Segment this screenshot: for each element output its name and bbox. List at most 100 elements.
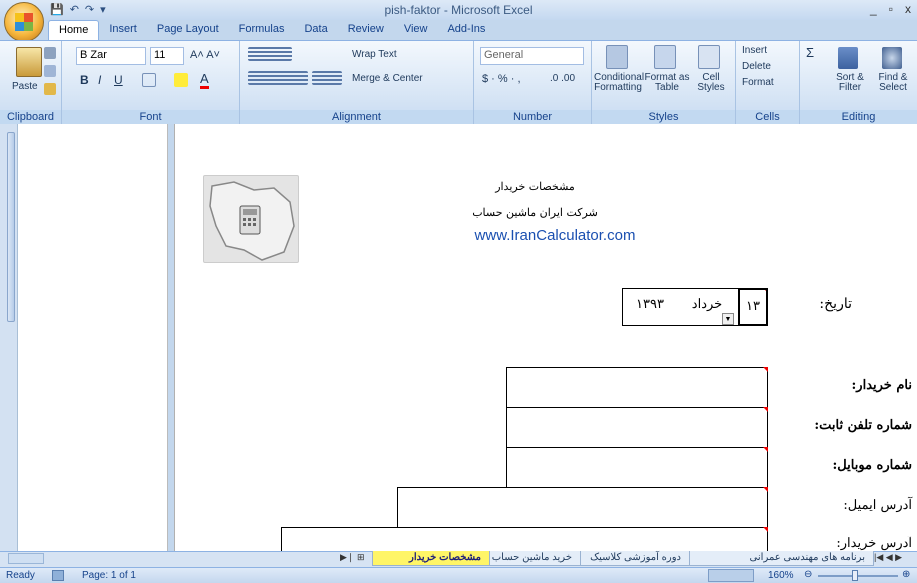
format-cells-button[interactable]: Format [742,77,774,88]
tab-page-layout[interactable]: Page Layout [147,20,229,40]
paste-icon[interactable] [16,47,42,77]
date-label: تاریخ: [819,296,852,312]
sheet-tab-civil[interactable]: برنامه های مهندسی عمرانی [689,551,874,566]
office-button[interactable] [4,2,44,42]
close-button[interactable]: x [905,2,911,16]
italic-icon[interactable]: I [98,73,101,87]
cut-icon[interactable] [44,47,56,59]
horizontal-scrollbar[interactable] [8,553,44,564]
customize-qat-icon[interactable]: ▾ [100,3,106,19]
view-buttons-icon[interactable] [708,569,754,582]
sheet-tab-buyer[interactable]: مشخصات خریدار [372,551,490,566]
cells-label: Cells [736,110,799,124]
paste-button[interactable]: Paste [12,81,38,92]
indent-icon[interactable] [312,71,342,85]
ribbon: Paste Clipboard B Zar 11 A˄ A˅ B I U A F… [0,40,917,125]
buyer-name-field[interactable] [506,367,768,408]
comment-indicator [763,407,768,412]
zoom-in-icon[interactable]: ⊕ [902,569,910,580]
cell-styles-button[interactable]: Cell Styles [692,73,730,93]
alignment-group: Wrap Text Merge & Center Alignment [240,41,474,125]
horizontal-align-icon[interactable] [248,71,308,85]
conditional-formatting-button[interactable]: Conditional Formatting [594,73,644,93]
decimal-icon[interactable]: .0 .00 [550,73,575,84]
wrap-text-button[interactable]: Wrap Text [352,49,397,60]
format-table-button[interactable]: Format as Table [644,73,690,93]
tab-home[interactable]: Home [48,20,100,40]
styles-label: Styles [592,110,735,124]
save-icon[interactable]: 💾 [50,3,64,19]
font-name-combo[interactable]: B Zar [76,47,146,65]
macro-record-icon[interactable] [52,570,64,581]
scroll-tabs-icon[interactable]: ▶❘ ⊞ [340,552,365,563]
comment-indicator [763,527,768,532]
landline-field[interactable] [506,407,768,448]
borders-icon[interactable] [142,73,156,87]
sort-filter-icon[interactable] [838,47,858,69]
tab-insert[interactable]: Insert [99,20,147,40]
number-label: Number [474,110,591,124]
comment-indicator [763,487,768,492]
autosum-icon[interactable]: Σ [806,45,814,60]
minimize-button[interactable]: _ [870,2,877,16]
editing-label: Editing [800,110,917,124]
tab-add-ins[interactable]: Add-Ins [437,20,495,40]
number-group: General $ · % · , .0 .00 Number [474,41,592,125]
editing-group: Σ Sort & Filter Find & Select Editing [800,41,917,125]
tab-review[interactable]: Review [338,20,394,40]
conditional-formatting-icon[interactable] [606,45,628,69]
font-size-combo[interactable]: 11 [150,47,184,65]
delete-cells-button[interactable]: Delete [742,61,771,72]
mobile-label: شماره موبايل: [832,458,912,473]
tab-view[interactable]: View [394,20,438,40]
zoom-slider-thumb[interactable] [852,570,858,581]
dropdown-arrow-icon[interactable]: ▼ [722,313,734,325]
tab-data[interactable]: Data [294,20,337,40]
date-day-cell[interactable]: ۱۳ [738,288,768,326]
buyer-name-label: نام خريدار: [851,378,913,393]
email-label: آدرس ايميل: [843,498,912,513]
status-bar: Ready Page: 1 of 1 160% ⊖ ⊕ [0,567,917,583]
tab-formulas[interactable]: Formulas [229,20,295,40]
merge-center-button[interactable]: Merge & Center [352,73,423,84]
undo-icon[interactable]: ↶ [70,3,79,19]
accounting-icon[interactable]: $ · % · , [482,73,521,85]
number-format-combo[interactable]: General [480,47,584,65]
buyer-info-heading: مشخصات خريدار [495,180,575,193]
company-logo [203,175,299,263]
sheet-tab-calculator[interactable]: خرید ماشین حساب [489,551,581,566]
date-year-cell[interactable]: ۱۳۹۳ [630,297,670,312]
website-link[interactable]: www.IranCalculator.com [440,227,670,244]
font-label: Font [62,110,239,124]
sort-filter-button[interactable]: Sort & Filter [830,73,870,93]
format-painter-icon[interactable] [44,83,56,95]
page-number-status: Page: 1 of 1 [82,570,136,581]
vertical-align-icon[interactable] [248,47,292,61]
zoom-slider[interactable] [818,575,898,577]
comment-indicator [763,447,768,452]
font-grow-icon[interactable]: A˄ A˅ [190,49,220,61]
clipboard-group: Paste Clipboard [0,41,62,125]
tab-navigation-icon[interactable]: |◀ ◀ ▶ [874,552,902,563]
font-color-icon[interactable]: A [200,71,209,89]
find-select-button[interactable]: Find & Select [872,73,914,93]
zoom-level[interactable]: 160% [768,570,794,581]
find-icon[interactable] [882,47,902,69]
insert-cells-button[interactable]: Insert [742,45,767,56]
cell-styles-icon[interactable] [698,45,720,69]
email-field[interactable] [397,487,768,528]
format-table-icon[interactable] [654,45,676,69]
address-label: آدرس خريدار: [836,536,912,551]
mobile-field[interactable] [506,447,768,488]
maximize-button[interactable]: ▫ [889,2,893,16]
vertical-scrollbar-thumb[interactable] [7,132,15,322]
comment-indicator [763,367,768,372]
zoom-out-icon[interactable]: ⊖ [804,569,812,580]
bold-icon[interactable]: B [80,73,89,87]
underline-icon[interactable]: U [114,73,123,87]
redo-icon[interactable]: ↷ [85,3,94,19]
date-month-cell[interactable]: خرداد [680,297,734,312]
copy-icon[interactable] [44,65,56,77]
sheet-tab-course[interactable]: دوره آموزشی کلاسیک [580,551,690,566]
fill-color-icon[interactable] [174,73,188,87]
